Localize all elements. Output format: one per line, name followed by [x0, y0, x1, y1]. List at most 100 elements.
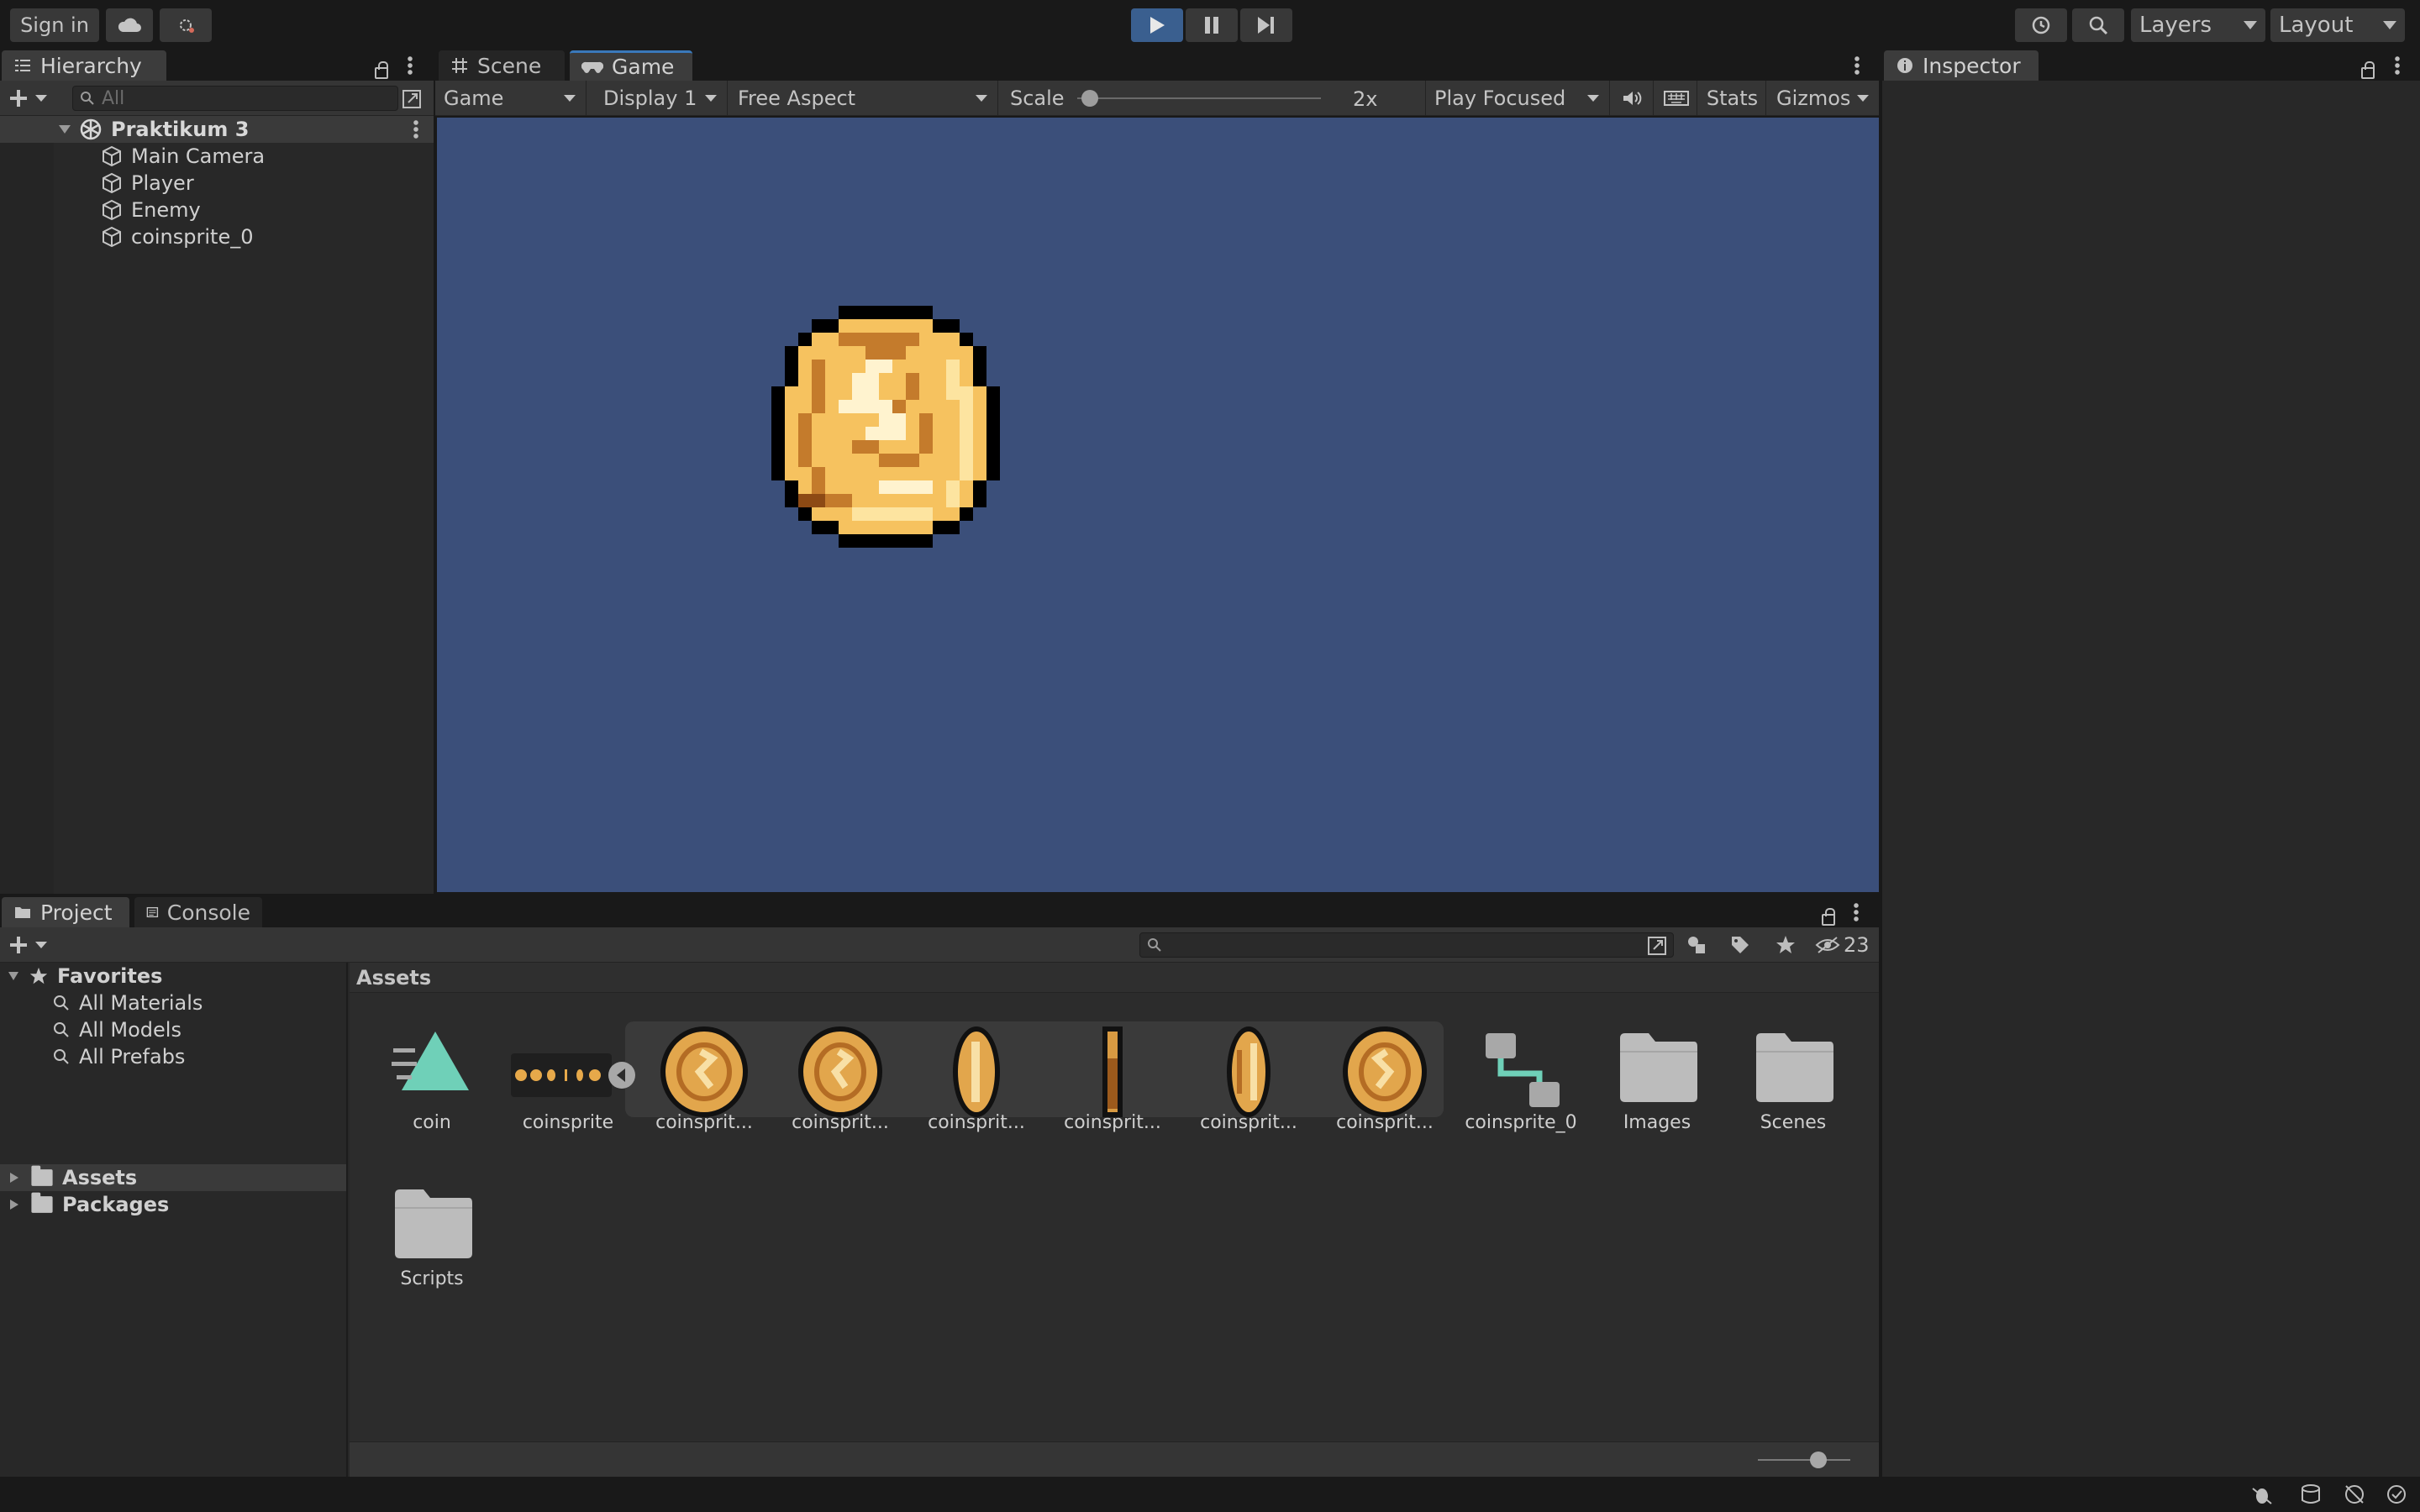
plus-icon: [10, 90, 27, 107]
panel-menu-icon[interactable]: [1854, 55, 1860, 76]
create-asset-button[interactable]: [8, 932, 49, 958]
tree-root-label: Assets: [62, 1166, 138, 1189]
play-mode-dropdown[interactable]: Play Focused: [1425, 81, 1610, 116]
asset-item[interactable]: coinsprit...: [637, 996, 771, 1147]
hierarchy-item[interactable]: Enemy: [0, 197, 434, 223]
step-button[interactable]: [1240, 8, 1292, 42]
asset-item[interactable]: coin: [365, 996, 499, 1147]
chevron-right-icon[interactable]: [8, 1198, 20, 1211]
tab-project-label: Project: [40, 900, 113, 925]
hierarchy-item[interactable]: Main Camera: [0, 143, 434, 170]
favorite-item[interactable]: All Models: [0, 1016, 346, 1043]
asset-label: Scenes: [1760, 1112, 1827, 1133]
asset-item[interactable]: coinsprite: [501, 996, 635, 1147]
tab-inspector[interactable]: Inspector: [1884, 50, 2039, 81]
mute-audio-button[interactable]: [1612, 81, 1654, 116]
panel-menu-icon[interactable]: [2395, 55, 2400, 76]
eye-hidden-icon: [1815, 937, 1840, 953]
chevron-right-icon[interactable]: [8, 1171, 20, 1184]
breadcrumb-item[interactable]: Assets: [356, 966, 431, 990]
tab-console[interactable]: Console: [134, 897, 262, 927]
network-off-icon[interactable]: [2343, 1483, 2366, 1505]
layers-dropdown[interactable]: Layers: [2131, 8, 2265, 42]
asset-item[interactable]: coinsprit...: [909, 996, 1044, 1147]
hierarchy-item[interactable]: Player: [0, 170, 434, 197]
history-button[interactable]: [2015, 8, 2067, 42]
asset-item[interactable]: Scripts: [365, 1152, 499, 1304]
asset-browser: Assets coin coinsprite coinsprit... coin…: [350, 963, 1879, 1477]
asset-label: coinsprit...: [1064, 1112, 1161, 1133]
sign-in-label: Sign in: [20, 13, 89, 37]
collapse-subassets-button[interactable]: [608, 1062, 635, 1089]
scale-slider-thumb[interactable]: [1081, 90, 1099, 107]
scale-slider-track[interactable]: [1077, 90, 1321, 107]
stats-button[interactable]: Stats: [1699, 81, 1766, 116]
favorite-item[interactable]: All Prefabs: [0, 1043, 346, 1070]
scene-visibility-icon[interactable]: [402, 89, 424, 109]
panel-menu-icon[interactable]: [408, 55, 413, 76]
create-button[interactable]: [8, 86, 49, 111]
keyboard-shortcuts-button[interactable]: [1655, 81, 1697, 116]
chevron-down-icon[interactable]: [7, 970, 20, 982]
coin-frame-icon: [1102, 1026, 1123, 1117]
favorites-row[interactable]: Favorites: [0, 963, 346, 990]
project-search-field[interactable]: [1139, 932, 1674, 958]
hierarchy-search-field[interactable]: All: [72, 86, 398, 111]
filter-by-type-icon[interactable]: [1686, 934, 1709, 956]
chevron-down-icon[interactable]: [57, 123, 72, 135]
cloud-button[interactable]: [106, 8, 153, 42]
search-button[interactable]: [2072, 8, 2124, 42]
hierarchy-item[interactable]: coinsprite_0: [0, 223, 434, 250]
tab-project[interactable]: Project: [2, 897, 129, 927]
lock-icon[interactable]: [1822, 908, 1835, 926]
cache-server-icon[interactable]: [2299, 1483, 2323, 1505]
main-toolbar: Sign in Layers Layout: [0, 0, 2420, 49]
asset-label: Scripts: [400, 1268, 464, 1289]
scene-row[interactable]: Praktikum 3: [0, 116, 434, 143]
tab-game[interactable]: Game: [570, 50, 692, 81]
asset-item[interactable]: Images: [1590, 996, 1724, 1147]
asset-item[interactable]: coinsprit...: [773, 996, 908, 1147]
gizmos-dropdown[interactable]: Gizmos: [1768, 81, 1879, 116]
panel-menu-icon[interactable]: [1854, 902, 1859, 922]
icon-size-slider-track[interactable]: [1758, 1452, 1850, 1468]
asset-label: coinsprit...: [655, 1112, 753, 1133]
list-icon: [15, 60, 30, 71]
asset-item[interactable]: Scenes: [1726, 996, 1860, 1147]
hidden-packages-toggle[interactable]: 23: [1815, 932, 1870, 958]
filter-by-label-icon[interactable]: [1729, 934, 1751, 956]
tab-hierarchy[interactable]: Hierarchy: [2, 50, 166, 81]
game-view-canvas[interactable]: [437, 118, 1879, 892]
favorite-item[interactable]: All Materials: [0, 990, 346, 1016]
pause-button[interactable]: [1186, 8, 1238, 42]
asset-item[interactable]: coinsprit...: [1318, 996, 1452, 1147]
star-icon: [29, 967, 48, 984]
game-mode-dropdown[interactable]: Game: [435, 81, 587, 116]
icon-size-slider-thumb[interactable]: [1810, 1452, 1827, 1468]
display-dropdown[interactable]: Display 1: [587, 81, 728, 116]
scene-menu-icon[interactable]: [413, 119, 418, 139]
lock-icon[interactable]: [375, 61, 388, 79]
asset-item[interactable]: coinsprite_0: [1454, 996, 1588, 1147]
asset-item[interactable]: coinsprit...: [1181, 996, 1316, 1147]
tab-game-label: Game: [612, 55, 675, 79]
tree-root-packages[interactable]: Packages: [0, 1191, 346, 1218]
stats-label: Stats: [1706, 87, 1759, 110]
sign-in-button[interactable]: Sign in: [10, 8, 99, 42]
lock-icon[interactable]: [2361, 61, 2375, 79]
asset-item[interactable]: coinsprit...: [1045, 996, 1180, 1147]
layout-dropdown[interactable]: Layout: [2270, 8, 2405, 42]
collab-button[interactable]: [160, 8, 212, 42]
play-button[interactable]: [1131, 8, 1183, 42]
bug-icon[interactable]: [2250, 1483, 2274, 1505]
star-icon[interactable]: [1775, 934, 1797, 956]
tab-scene[interactable]: Scene: [439, 50, 565, 81]
folder-icon: [31, 1165, 53, 1186]
progress-check-icon[interactable]: [2385, 1483, 2408, 1505]
aspect-dropdown[interactable]: Free Aspect: [729, 81, 998, 116]
search-in-scene-icon[interactable]: [1647, 936, 1669, 956]
tree-root-assets[interactable]: Assets: [0, 1164, 346, 1191]
chevron-down-icon: [35, 95, 47, 102]
search-icon: [54, 995, 69, 1011]
gamepad-icon: [581, 61, 603, 73]
